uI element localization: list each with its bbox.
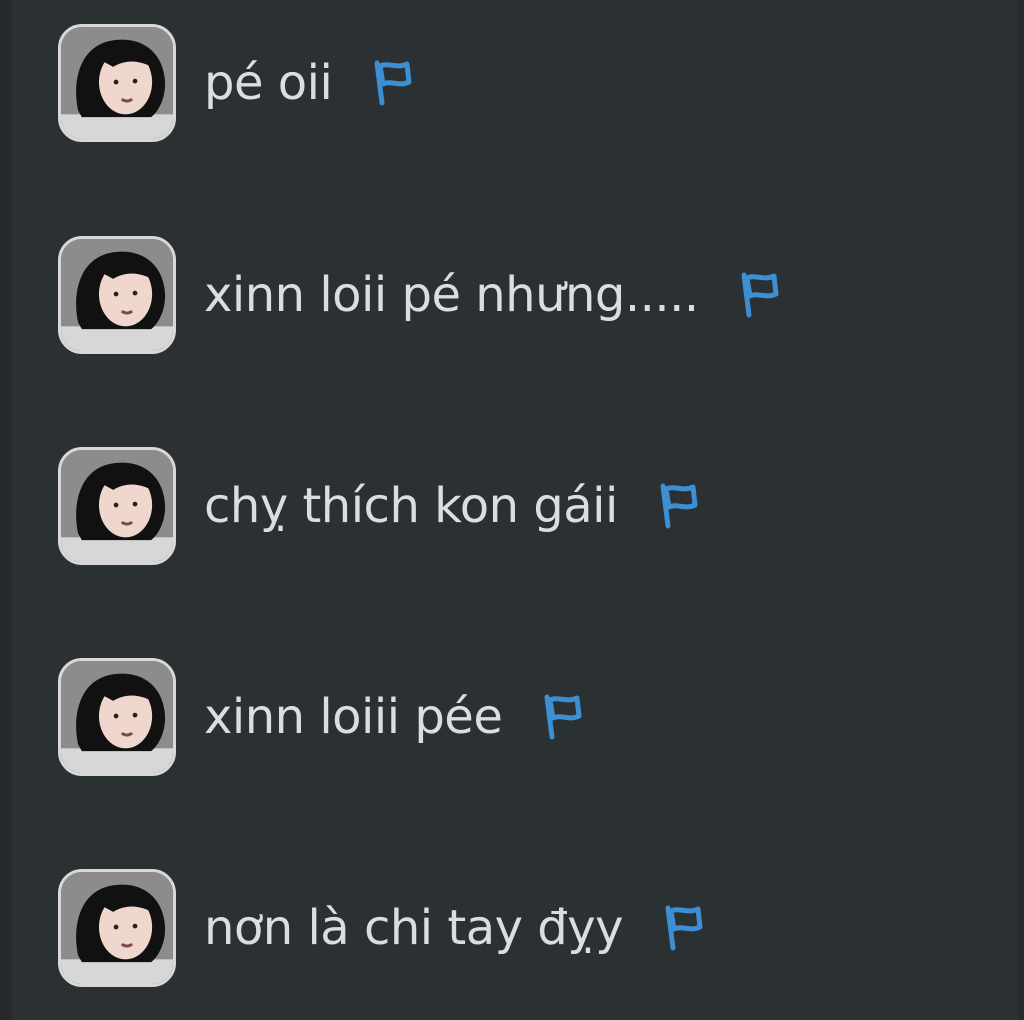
message-list: pé oii xinn loii pé nhưng..... chỵ thích… [0,0,1024,1020]
message-text: pé oii [204,55,333,111]
flag-icon[interactable] [368,57,412,109]
message-row: xinn loiii pée [58,655,582,779]
message-text: xinn loii pé nhưng..... [204,267,699,323]
flag-icon[interactable] [538,691,582,743]
message-row: xinn loii pé nhưng..... [58,233,779,357]
message-row: pé oii [58,21,412,145]
message-text: chỵ thích kon gáii [204,478,618,534]
avatar[interactable] [58,447,176,565]
message-row: chỵ thích kon gáii [58,444,698,568]
flag-icon[interactable] [735,269,779,321]
avatar[interactable] [58,869,176,987]
avatar[interactable] [58,658,176,776]
avatar[interactable] [58,24,176,142]
flag-icon[interactable] [654,480,698,532]
avatar[interactable] [58,236,176,354]
message-text: xinn loiii pée [204,689,503,745]
flag-icon[interactable] [659,902,703,954]
message-row: nơn là chi tay đỵy [58,866,703,990]
message-text: nơn là chi tay đỵy [204,900,624,956]
